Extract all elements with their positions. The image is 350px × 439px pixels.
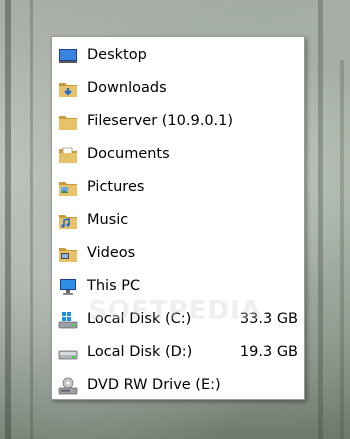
menu-item-label: This PC — [87, 278, 141, 294]
menu-item-videos[interactable]: Videos — [52, 239, 304, 269]
menu-item-music[interactable]: Music — [52, 206, 304, 236]
downloads-folder-icon — [58, 80, 78, 98]
menu-item-label: Local Disk (C:) — [87, 311, 192, 327]
menu-item-label: Videos — [87, 245, 136, 261]
menu-item-this-pc[interactable]: This PC — [52, 272, 304, 302]
menu-item-local-disk-d[interactable]: Local Disk (D:) 19.3 GB — [52, 338, 304, 368]
menu-item-label: Pictures — [87, 179, 145, 195]
menu-item-label: Music — [87, 212, 129, 228]
music-folder-icon — [58, 212, 78, 230]
menu-item-label: Fileserver (10.9.0.1) — [87, 113, 234, 129]
videos-folder-icon — [58, 245, 78, 263]
menu-item-dvd-drive[interactable]: DVD RW Drive (E:) — [52, 371, 304, 401]
menu-item-fileserver[interactable]: Fileserver (10.9.0.1) — [52, 107, 304, 137]
menu-item-desktop[interactable]: Desktop — [52, 41, 304, 71]
dvd-drive-icon — [58, 377, 78, 395]
folder-icon — [58, 113, 78, 131]
this-pc-icon — [58, 278, 78, 296]
drive-size: 19.3 GB — [239, 344, 298, 360]
drive-icon — [58, 344, 78, 362]
menu-item-local-disk-c[interactable]: Local Disk (C:) 33.3 GB — [52, 305, 304, 335]
quick-access-menu: Desktop Downloads Fileserver (10.9.0.1) … — [51, 36, 305, 400]
menu-item-label: Local Disk (D:) — [87, 344, 193, 360]
menu-item-documents[interactable]: Documents — [52, 140, 304, 170]
documents-folder-icon — [58, 146, 78, 164]
drive-size: 33.3 GB — [239, 311, 298, 327]
menu-item-label: DVD RW Drive (E:) — [87, 377, 221, 393]
desktop-icon — [58, 47, 78, 65]
menu-item-label: Downloads — [87, 80, 167, 96]
menu-item-downloads[interactable]: Downloads — [52, 74, 304, 104]
windows-drive-icon — [58, 311, 78, 329]
menu-item-label: Documents — [87, 146, 170, 162]
pictures-folder-icon — [58, 179, 78, 197]
menu-item-pictures[interactable]: Pictures — [52, 173, 304, 203]
menu-item-label: Desktop — [87, 47, 147, 63]
